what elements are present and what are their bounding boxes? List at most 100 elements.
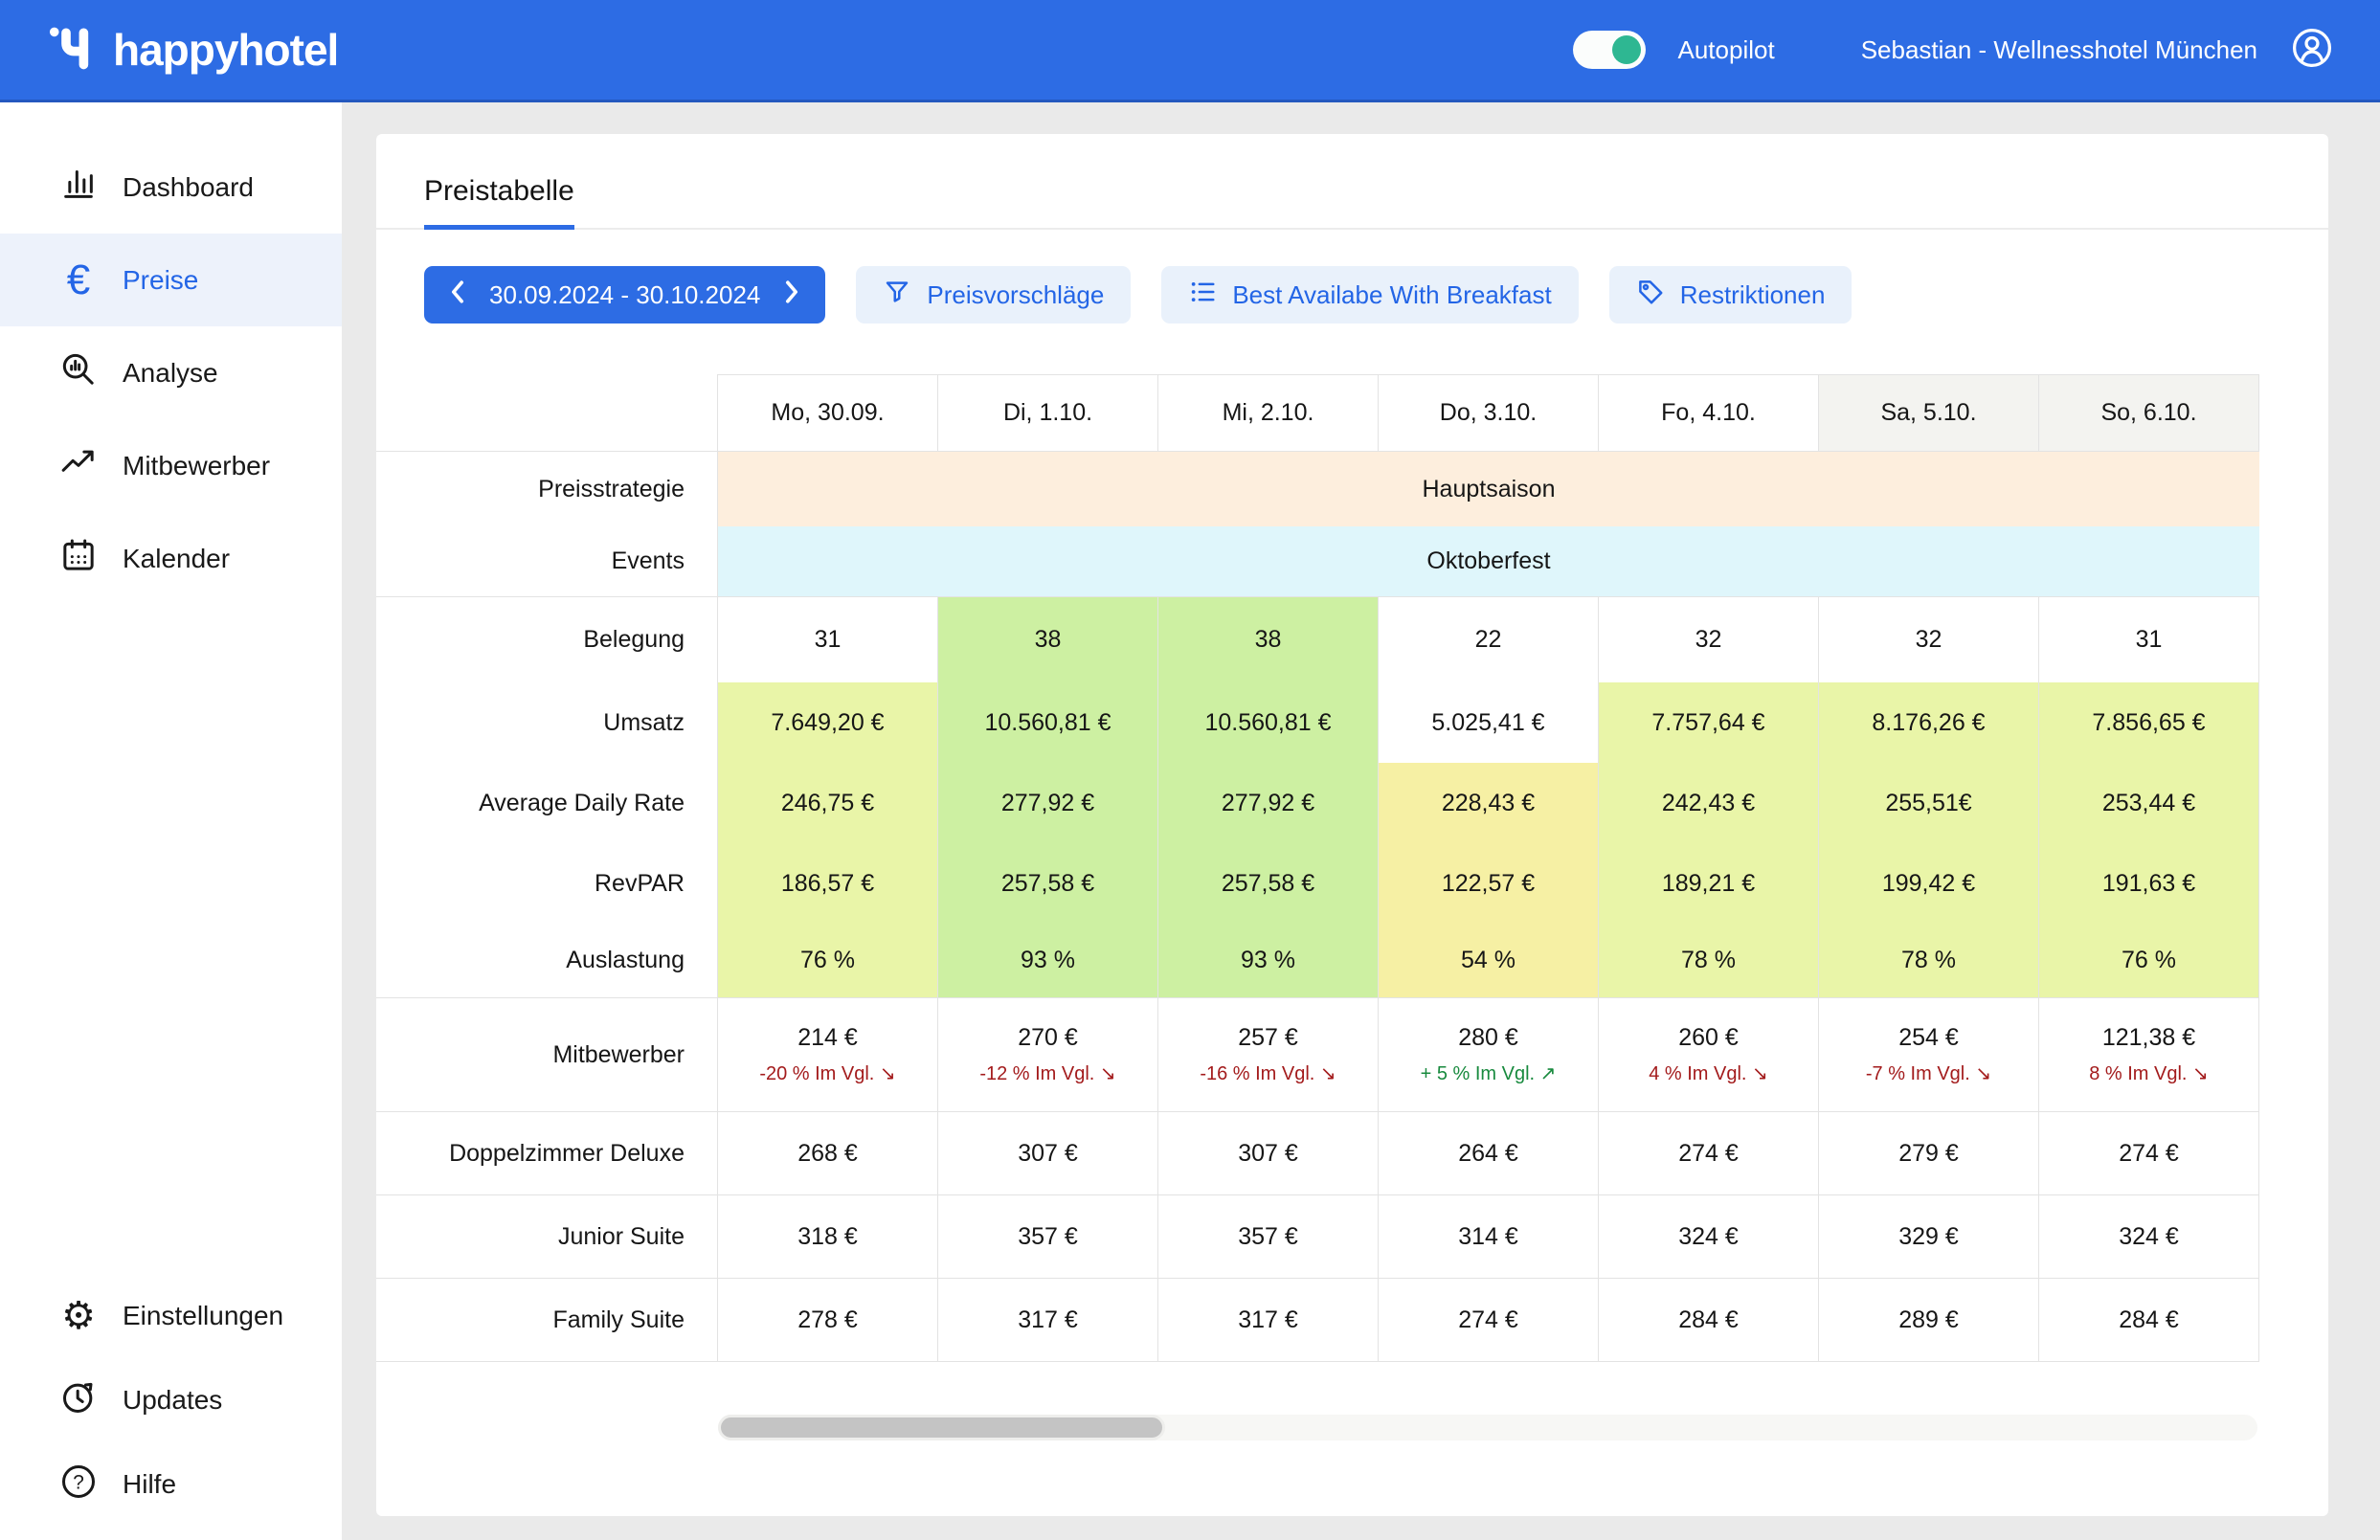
date-range-label: 30.09.2024 - 30.10.2024 xyxy=(489,280,760,310)
table-cell: 277,92 € xyxy=(1158,763,1379,843)
table-cell: 38 xyxy=(938,597,1158,682)
table-cell: 191,63 € xyxy=(2039,843,2259,924)
room-price-cell[interactable]: 264 € xyxy=(1379,1112,1599,1195)
sidebar-item-kalender[interactable]: Kalender xyxy=(0,512,342,605)
competitor-delta: -16 % Im Vgl. ↘ xyxy=(1200,1061,1336,1085)
room-price-cell[interactable]: 318 € xyxy=(718,1195,938,1279)
autopilot-label: Autopilot xyxy=(1678,35,1775,65)
room-price-cell[interactable]: 324 € xyxy=(2039,1195,2259,1279)
date-range-button[interactable]: 30.09.2024 - 30.10.2024 xyxy=(424,266,825,324)
room-price-cell[interactable]: 274 € xyxy=(1379,1279,1599,1362)
room-row-junior-suite: Junior Suite 318 € 357 € 357 € 314 € 324… xyxy=(376,1195,2328,1279)
user-avatar-icon[interactable] xyxy=(2290,26,2334,75)
sidebar-item-preise[interactable]: € Preise xyxy=(0,234,342,326)
sidebar-item-label: Kalender xyxy=(123,544,230,574)
table-cell: 93 % xyxy=(938,924,1158,998)
room-price-cell[interactable]: 324 € xyxy=(1599,1195,1819,1279)
room-price-cell[interactable]: 289 € xyxy=(1819,1279,2039,1362)
main-card: Preistabelle 30.09.2024 - 30.10.2024 Pre… xyxy=(376,134,2328,1516)
column-header: Do, 3.10. xyxy=(1379,374,1599,452)
room-price-cell[interactable]: 279 € xyxy=(1819,1112,2039,1195)
metric-row-auslastung: Auslastung 76 % 93 % 93 % 54 % 78 % 78 %… xyxy=(376,924,2328,998)
restriktionen-button[interactable]: Restriktionen xyxy=(1609,266,1852,324)
strategy-band: Hauptsaison xyxy=(718,452,2259,526)
preisvorschlaege-button[interactable]: Preisvorschläge xyxy=(856,266,1131,324)
column-header: Di, 1.10. xyxy=(938,374,1158,452)
competitor-delta: 8 % Im Vgl. ↘ xyxy=(2089,1061,2209,1085)
room-price-cell[interactable]: 307 € xyxy=(1158,1112,1379,1195)
metric-row-adr: Average Daily Rate 246,75 € 277,92 € 277… xyxy=(376,763,2328,843)
table-cell: 78 % xyxy=(1819,924,2039,998)
bar-chart-icon xyxy=(59,165,98,210)
column-header: Fo, 4.10. xyxy=(1599,374,1819,452)
room-price-cell[interactable]: 278 € xyxy=(718,1279,938,1362)
sidebar-item-label: Analyse xyxy=(123,358,218,389)
table-cell: 7.649,20 € xyxy=(718,682,938,763)
sidebar-item-hilfe[interactable]: ? Hilfe xyxy=(0,1442,342,1527)
competitor-delta: -7 % Im Vgl. ↘ xyxy=(1866,1061,1991,1085)
table-cell: 257,58 € xyxy=(938,843,1158,924)
row-label: Auslastung xyxy=(376,924,718,998)
help-icon: ? xyxy=(59,1462,98,1507)
room-price-cell[interactable]: 274 € xyxy=(2039,1112,2259,1195)
competitor-delta: 4 % Im Vgl. ↘ xyxy=(1649,1061,1768,1085)
table-cell: 54 % xyxy=(1379,924,1599,998)
sidebar-item-mitbewerber[interactable]: Mitbewerber xyxy=(0,419,342,512)
table-cell: 199,42 € xyxy=(1819,843,2039,924)
chevron-left-icon[interactable] xyxy=(447,279,468,312)
room-price-cell[interactable]: 357 € xyxy=(938,1195,1158,1279)
room-price-cell[interactable]: 357 € xyxy=(1158,1195,1379,1279)
table-cell: 253,44 € xyxy=(2039,763,2259,843)
chevron-right-icon[interactable] xyxy=(781,279,802,312)
horizontal-scrollbar-thumb[interactable] xyxy=(718,1415,1165,1440)
toolbar: 30.09.2024 - 30.10.2024 Preisvorschläge … xyxy=(424,266,2328,324)
room-price-cell[interactable]: 284 € xyxy=(2039,1279,2259,1362)
room-price-cell[interactable]: 307 € xyxy=(938,1112,1158,1195)
sidebar-item-analyse[interactable]: Analyse xyxy=(0,326,342,419)
room-price-cell[interactable]: 317 € xyxy=(1158,1279,1379,1362)
table-cell: 22 xyxy=(1379,597,1599,682)
euro-icon: € xyxy=(59,261,98,300)
table-cell: 10.560,81 € xyxy=(1158,682,1379,763)
competitor-delta: -20 % Im Vgl. ↘ xyxy=(759,1061,895,1085)
table-cell: 76 % xyxy=(2039,924,2259,998)
history-clock-icon xyxy=(59,1378,98,1423)
room-price-cell[interactable]: 314 € xyxy=(1379,1195,1599,1279)
sidebar-item-label: Einstellungen xyxy=(123,1301,283,1331)
tag-icon xyxy=(1636,278,1665,313)
table-cell: 228,43 € xyxy=(1379,763,1599,843)
sidebar-item-label: Hilfe xyxy=(123,1469,176,1500)
calendar-icon xyxy=(59,536,98,581)
header-empty-cell xyxy=(376,374,718,452)
magnifier-chart-icon xyxy=(59,350,98,395)
sidebar-item-einstellungen[interactable]: ⚙ Einstellungen xyxy=(0,1274,342,1358)
price-table: Mo, 30.09. Di, 1.10. Mi, 2.10. Do, 3.10.… xyxy=(376,374,2328,1362)
column-header-weekend: So, 6.10. xyxy=(2039,374,2259,452)
competitor-cell: 121,38 €8 % Im Vgl. ↘ xyxy=(2039,998,2259,1112)
brand[interactable]: happyhotel xyxy=(46,21,338,79)
row-label: Doppelzimmer Deluxe xyxy=(376,1112,718,1195)
trend-line-icon xyxy=(59,443,98,488)
competitor-cell: 214 €-20 % Im Vgl. ↘ xyxy=(718,998,938,1112)
room-price-cell[interactable]: 284 € xyxy=(1599,1279,1819,1362)
room-price-cell[interactable]: 329 € xyxy=(1819,1195,2039,1279)
table-cell: 277,92 € xyxy=(938,763,1158,843)
column-header-weekend: Sa, 5.10. xyxy=(1819,374,2039,452)
rate-plan-button[interactable]: Best Availabe With Breakfast xyxy=(1161,266,1578,324)
sidebar-item-dashboard[interactable]: Dashboard xyxy=(0,141,342,234)
sidebar-item-updates[interactable]: Updates xyxy=(0,1358,342,1442)
table-cell: 255,51€ xyxy=(1819,763,2039,843)
room-price-cell[interactable]: 274 € xyxy=(1599,1112,1819,1195)
tab-preistabelle[interactable]: Preistabelle xyxy=(424,175,574,230)
happyhotel-logo-icon xyxy=(46,21,100,79)
row-label: Family Suite xyxy=(376,1279,718,1362)
competitor-cell: 280 €+ 5 % Im Vgl. ↗ xyxy=(1379,998,1599,1112)
row-label: Events xyxy=(376,526,718,597)
horizontal-scrollbar-track[interactable] xyxy=(718,1415,2257,1440)
room-price-cell[interactable]: 317 € xyxy=(938,1279,1158,1362)
room-price-cell[interactable]: 268 € xyxy=(718,1112,938,1195)
table-cell: 189,21 € xyxy=(1599,843,1819,924)
table-cell: 186,57 € xyxy=(718,843,938,924)
sidebar-item-label: Updates xyxy=(123,1385,222,1416)
autopilot-toggle[interactable] xyxy=(1573,31,1646,69)
